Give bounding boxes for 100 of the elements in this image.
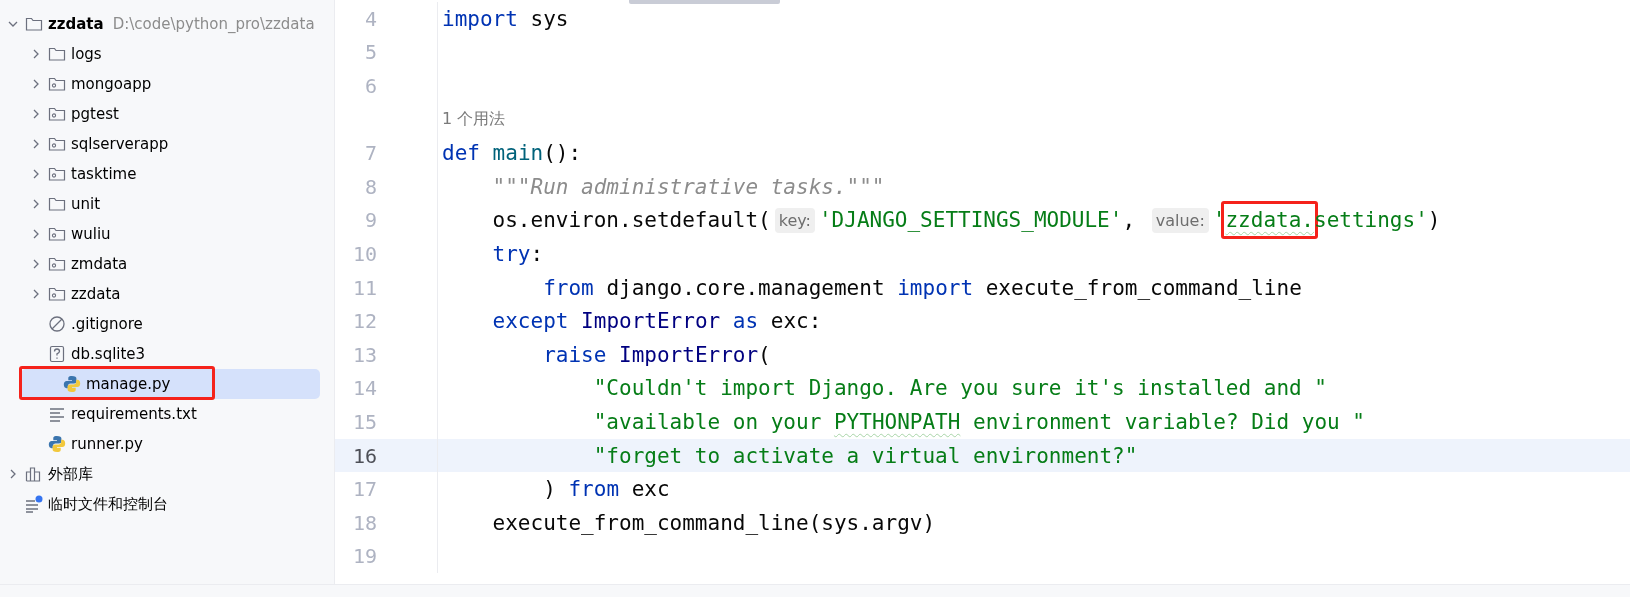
- file-name: sqlserverapp: [71, 135, 169, 153]
- file-name: zzdata: [71, 285, 121, 303]
- module-folder-icon: [48, 76, 66, 92]
- code-text: django.core.management: [606, 275, 885, 300]
- library-icon: [25, 465, 43, 483]
- tree-row[interactable]: requirements.txt: [2, 399, 320, 429]
- scrollbar-thumb[interactable]: [629, 0, 780, 4]
- scratch-file-icon: [25, 495, 43, 513]
- selected-tree-row[interactable]: manage.py: [21, 369, 320, 399]
- module-folder-icon: [48, 226, 66, 242]
- string-literal: environment variable? Did you ": [973, 409, 1365, 434]
- python-file-icon: [63, 375, 81, 393]
- code-text: ): [1427, 208, 1441, 233]
- tree-row[interactable]: zzdata D:\code\python_pro\zzdata: [2, 9, 320, 39]
- tree-row[interactable]: 外部库: [2, 459, 320, 489]
- code-text: exc:: [770, 309, 822, 334]
- line-number: 5: [364, 40, 377, 65]
- code-text: exc: [631, 477, 670, 502]
- string-literal: 'DJANGO_SETTINGS_MODULE': [818, 208, 1123, 233]
- line-number: 6: [364, 74, 377, 98]
- project-path: D:\code\python_pro\zzdata: [112, 15, 315, 33]
- tree-row[interactable]: zzdata: [2, 279, 320, 309]
- file-name: zzdata: [48, 15, 104, 33]
- keyword: from: [543, 275, 594, 300]
- tree-row[interactable]: wuliu: [2, 219, 320, 249]
- line-number: 7: [364, 141, 377, 166]
- usage-hint[interactable]: 1 个用法: [442, 109, 506, 131]
- string-literal: "forget to activate a virtual environment?": [593, 443, 1138, 468]
- string-literal: "Couldn't import Django. Are you sure it's installed and ": [593, 376, 1328, 401]
- parameter-hint[interactable]: value:: [1151, 207, 1209, 233]
- file-name: db.sqlite3: [71, 345, 146, 363]
- module-folder-icon: [48, 166, 66, 182]
- line-number: 10: [352, 241, 377, 266]
- parameter-hint[interactable]: key:: [774, 207, 815, 233]
- code-text: execute_from_command_line: [985, 275, 1302, 300]
- string-literal: PYTHONPATH: [833, 409, 961, 434]
- file-name: .gitignore: [71, 315, 143, 333]
- line-number: 17: [352, 477, 377, 502]
- tree-row[interactable]: mongoapp: [2, 69, 320, 99]
- tree-row[interactable]: unit: [2, 189, 320, 219]
- function-name: main: [492, 141, 544, 166]
- file-name: pgtest: [71, 105, 119, 123]
- line-number: 13: [352, 342, 377, 367]
- module-folder-icon: [48, 256, 66, 272]
- line-number: 16: [352, 443, 377, 468]
- tree-row[interactable]: 临时文件和控制台: [2, 489, 320, 519]
- module-folder-icon: [48, 136, 66, 152]
- file-name: zmdata: [71, 255, 128, 273]
- keyword: import: [897, 275, 974, 300]
- line-number: 14: [352, 376, 377, 401]
- line-number: 12: [352, 309, 377, 334]
- question-file-icon: [48, 345, 66, 363]
- string-literal: "available on your: [593, 409, 822, 434]
- tree-row[interactable]: .gitignore: [2, 309, 320, 339]
- module-folder-icon: [48, 106, 66, 122]
- keyword: from: [568, 477, 620, 502]
- keyword: def: [442, 141, 480, 166]
- keyword: raise: [543, 342, 607, 367]
- file-name: unit: [71, 195, 101, 213]
- module-folder-icon: [48, 286, 66, 302]
- file-name: tasktime: [71, 165, 137, 183]
- line-number: 19: [352, 544, 377, 569]
- keyword: except: [492, 309, 569, 334]
- text-file-icon: [48, 405, 66, 423]
- line-number: 11: [352, 275, 377, 300]
- code-text: os.environ.setdefault(: [492, 208, 771, 233]
- keyword: as: [732, 309, 759, 334]
- keyword: try: [492, 241, 531, 266]
- file-name: 临时文件和控制台: [48, 494, 168, 514]
- code-text: ,: [1122, 208, 1136, 233]
- tree-row[interactable]: zmdata: [2, 249, 320, 279]
- file-name: manage.py: [86, 375, 171, 393]
- code-text: ): [543, 477, 556, 502]
- code-text: (: [758, 342, 771, 367]
- line-number: 4: [364, 6, 377, 31]
- file-name: logs: [71, 45, 102, 63]
- code-text: sys: [530, 6, 569, 31]
- keyword: import: [442, 6, 518, 31]
- file-name: 外部库: [48, 464, 93, 484]
- folder-icon: [48, 196, 66, 212]
- file-name: requirements.txt: [71, 405, 197, 423]
- code-text: execute_from_command_line(sys.argv): [492, 510, 936, 535]
- python-file-icon: [48, 435, 66, 453]
- tree-row[interactable]: logs: [2, 39, 320, 69]
- class-name: ImportError: [619, 342, 759, 367]
- line-number: 9: [364, 208, 377, 233]
- file-name: wuliu: [71, 225, 111, 243]
- line-number: 18: [352, 510, 377, 535]
- file-name: mongoapp: [71, 75, 152, 93]
- ignored-file-icon: [48, 315, 66, 333]
- file-name: runner.py: [71, 435, 143, 453]
- tree-row[interactable]: tasktime: [2, 159, 320, 189]
- class-name: ImportError: [581, 309, 721, 334]
- code-text: ():: [543, 141, 582, 166]
- tree-row[interactable]: pgtest: [2, 99, 320, 129]
- tree-row[interactable]: db.sqlite3: [2, 339, 320, 369]
- tree-row[interactable]: sqlserverapp: [2, 129, 320, 159]
- tree-row[interactable]: runner.py: [2, 429, 320, 459]
- folder-icon: [25, 16, 43, 32]
- line-number: 8: [364, 174, 377, 199]
